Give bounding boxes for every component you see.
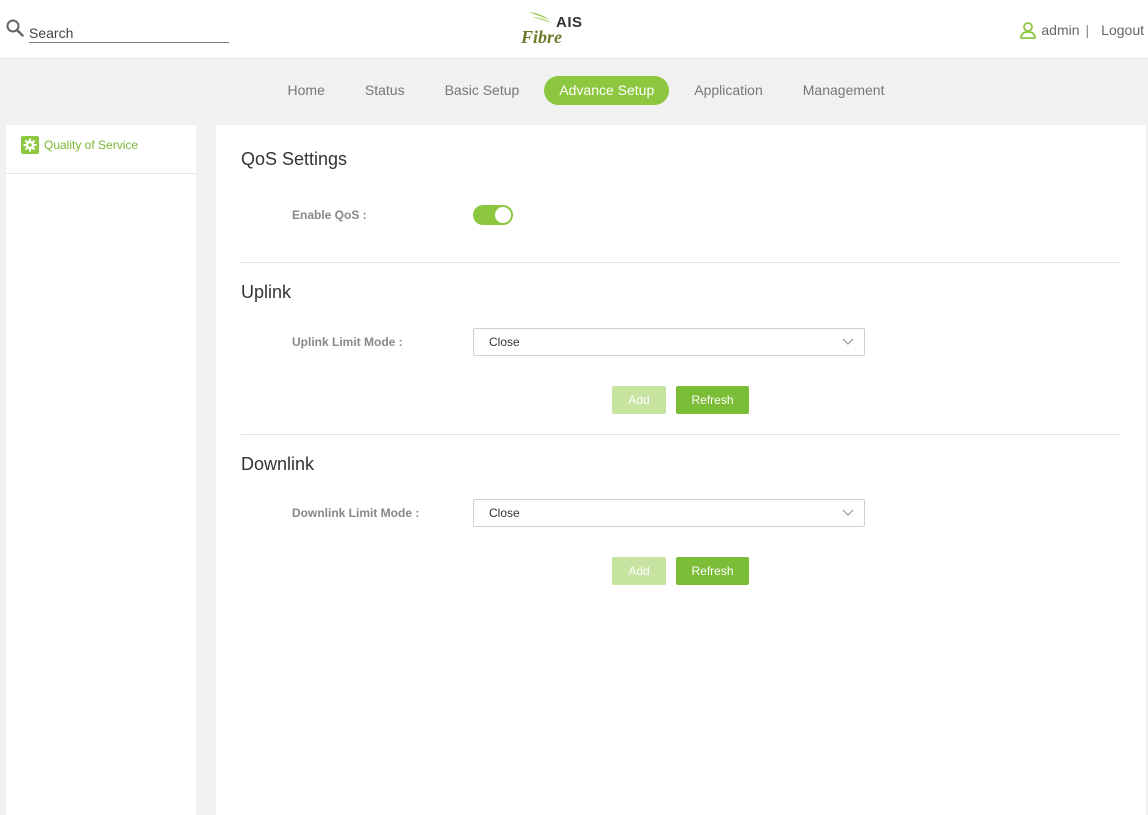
section-divider [241, 434, 1120, 435]
username[interactable]: admin [1041, 22, 1079, 38]
uplink-limit-mode-select[interactable]: Close [473, 328, 865, 356]
search-box [6, 18, 229, 44]
tab-management[interactable]: Management [783, 76, 905, 105]
gear-icon [21, 136, 39, 154]
enable-qos-label: Enable QoS : [292, 208, 367, 222]
uplink-limit-mode-value: Close [489, 335, 520, 349]
chevron-down-icon [842, 338, 854, 345]
main-nav: Home Status Basic Setup Advance Setup Ap… [0, 60, 1148, 120]
downlink-limit-mode-label: Downlink Limit Mode : [292, 506, 420, 520]
uplink-add-button[interactable]: Add [612, 386, 666, 414]
sidebar: Quality of Service [6, 125, 196, 815]
search-input[interactable] [29, 19, 229, 43]
tab-status[interactable]: Status [345, 76, 425, 105]
downlink-limit-mode-value: Close [489, 506, 520, 520]
logout-link[interactable]: Logout [1101, 22, 1144, 38]
tab-basic-setup[interactable]: Basic Setup [425, 76, 540, 105]
uplink-refresh-button[interactable]: Refresh [676, 386, 749, 414]
main-content: QoS Settings Enable QoS : Uplink Uplink … [216, 125, 1146, 815]
section-divider [241, 262, 1120, 263]
downlink-title: Downlink [241, 454, 315, 474]
user-area: admin | Logout [1019, 20, 1144, 40]
uplink-limit-mode-label: Uplink Limit Mode : [292, 335, 403, 349]
tab-home[interactable]: Home [268, 76, 345, 105]
user-icon [1020, 22, 1037, 39]
search-icon[interactable] [6, 19, 24, 37]
header: AIS Fibre admin | Logout [0, 0, 1148, 59]
logo-fibre-text: Fibre [521, 27, 563, 47]
ais-fibre-logo: AIS Fibre [520, 9, 586, 49]
sidebar-item-label: Quality of Service [44, 138, 139, 152]
user-separator: | [1085, 22, 1090, 38]
toggle-knob [495, 207, 511, 223]
tab-application[interactable]: Application [674, 76, 783, 105]
tab-advance-setup[interactable]: Advance Setup [544, 75, 670, 105]
chevron-down-icon [842, 509, 854, 516]
downlink-add-button[interactable]: Add [612, 557, 666, 585]
enable-qos-toggle[interactable] [473, 205, 513, 225]
downlink-limit-mode-select[interactable]: Close [473, 499, 865, 527]
uplink-title: Uplink [241, 282, 292, 302]
downlink-refresh-button[interactable]: Refresh [676, 557, 749, 585]
sidebar-item-quality-of-service[interactable]: Quality of Service [6, 125, 196, 174]
qos-settings-title: QoS Settings [241, 149, 348, 169]
